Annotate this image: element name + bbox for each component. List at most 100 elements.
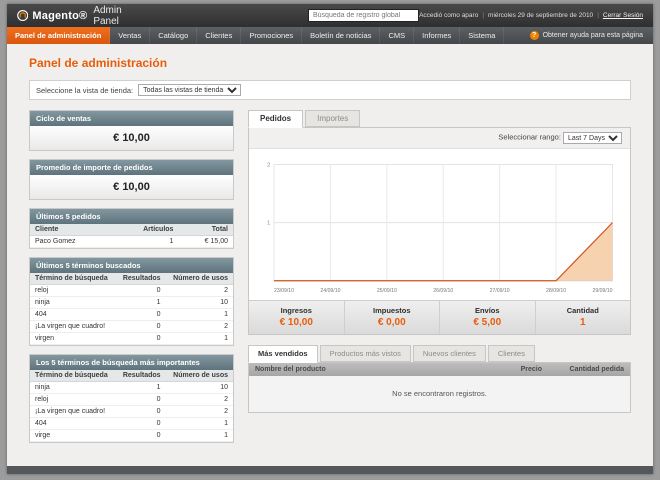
grid-empty-message: No se encontraron registros. [249, 375, 630, 412]
stat-shipping: Envíos € 5,00 [439, 300, 535, 334]
range-selector-row: Seleccionar rango: Last 7 Days [249, 128, 630, 149]
user-info: Accedió como aparo | miércoles 29 de sep… [419, 12, 643, 19]
last-orders-title: Últimos 5 pedidos [30, 209, 233, 224]
search-term-row[interactable]: reloj 0 2 [30, 284, 233, 297]
store-view-label: Seleccione la vista de tienda: [36, 85, 134, 95]
separator: | [482, 12, 485, 19]
stat-quantity: Cantidad 1 [534, 300, 631, 334]
lifetime-sales-title: Ciclo de ventas [30, 111, 233, 126]
store-view-switcher: Seleccione la vista de tienda: Todas las… [29, 80, 631, 100]
search-term-row[interactable]: ¡La virgen que cuadro! 0 2 [30, 405, 233, 418]
grid-header: Nombre del producto Precio Cantidad pedi… [249, 362, 630, 376]
tab-amounts[interactable]: Importes [305, 110, 361, 127]
col-header: Término de búsqueda [30, 370, 116, 382]
svg-text:28/09/10: 28/09/10 [546, 288, 566, 294]
search-term-row[interactable]: ¡La virgen que cuadro! 0 2 [30, 320, 233, 333]
diagram-tabs: Pedidos Importes [248, 110, 631, 128]
footer-bar [7, 466, 653, 474]
nav-item-newsletter[interactable]: Boletín de noticias [302, 27, 381, 44]
help-label: Obtener ayuda para esta página [542, 32, 643, 39]
top-header: Magento® Admin Panel Accedió como aparo … [7, 4, 653, 27]
orders-panel: Seleccionar rango: Last 7 Days 1 2 23/09/1… [248, 127, 631, 335]
nav-item-reports[interactable]: Informes [414, 27, 461, 44]
tab-new-customers[interactable]: Nuevos clientes [412, 344, 486, 362]
search-term-row[interactable]: virgen 0 1 [30, 332, 233, 345]
col-header: Resultados [115, 273, 166, 285]
col-qty: Cantidad pedida [569, 365, 624, 373]
logout-link[interactable]: Cerrar Sesión [603, 12, 643, 19]
svg-text:1: 1 [267, 221, 270, 227]
nav-item-system[interactable]: Sistema [460, 27, 505, 44]
stat-tax: Impuestos € 0,00 [343, 300, 440, 334]
dashboard-right-column: Pedidos Importes Seleccionar rango: Last… [248, 110, 631, 451]
page-help-link[interactable]: ? Obtener ayuda para esta página [529, 27, 653, 44]
col-header: Término de búsqueda [30, 273, 116, 285]
tab-customers[interactable]: Clientes [487, 344, 535, 362]
page-title: Panel de administración [29, 56, 168, 70]
dashboard-left-column: Ciclo de ventas € 10,00 Promedio de impo… [29, 110, 234, 451]
svg-text:24/09/10: 24/09/10 [320, 288, 340, 294]
search-term-row[interactable]: reloj 0 2 [30, 393, 233, 406]
last-orders-table: Cliente Artículos Total Paco Gomez 1 € 1… [30, 224, 233, 248]
average-orders-value: € 10,00 [30, 175, 233, 199]
tab-orders[interactable]: Pedidos [248, 110, 304, 128]
content-area: Panel de administración Seleccione la vi… [7, 44, 653, 451]
col-header: Resultados [115, 370, 166, 382]
top-search-terms-title: Los 5 términos de búsqueda más important… [30, 355, 233, 370]
lifetime-sales-box: Ciclo de ventas € 10,00 [29, 110, 234, 151]
top-search-terms-table: Término de búsqueda Resultados Número de… [30, 370, 233, 442]
logo-subtitle: Admin Panel [93, 4, 122, 27]
nav-item-sales[interactable]: Ventas [110, 27, 151, 44]
svg-text:23/09/10: 23/09/10 [274, 288, 294, 294]
main-nav: Panel de administración Ventas Catálogo … [7, 27, 653, 44]
nav-item-catalog[interactable]: Catálogo [150, 27, 198, 44]
last-search-terms-box: Últimos 5 términos buscados Término de b… [29, 257, 234, 346]
svg-text:27/09/10: 27/09/10 [490, 288, 510, 294]
tab-bestsellers[interactable]: Más vendidos [248, 344, 318, 363]
orders-chart-svg: 1 2 23/09/10 24/09/10 25/09/10 26/09/10 27/09/… [267, 162, 613, 294]
col-product-name: Nombre del producto [255, 365, 326, 373]
average-orders-box: Promedio de importe de pedidos € 10,00 [29, 159, 234, 200]
orders-chart: 1 2 23/09/10 24/09/10 25/09/10 26/09/10 27/09/… [249, 149, 630, 300]
header-date: miércoles 29 de septiembre de 2010 [488, 12, 594, 19]
col-header: Número de usos [165, 273, 233, 285]
logged-in-text: Accedió como aparo [419, 12, 479, 19]
search-term-row[interactable]: virge 0 1 [30, 429, 233, 442]
store-view-select[interactable]: Todas las vistas de tienda [138, 84, 242, 96]
range-label: Seleccionar rango: [498, 132, 561, 142]
col-header: Artículos [112, 224, 179, 236]
stat-revenue: Ingresos € 10,00 [279, 305, 313, 328]
last-search-terms-title: Últimos 5 términos buscados [30, 258, 233, 273]
search-term-row[interactable]: 404 0 1 [30, 417, 233, 430]
order-row[interactable]: Paco Gomez 1 € 15,00 [30, 235, 233, 248]
bottom-grids: Más vendidos Productos más vistos Nuevos… [248, 344, 631, 413]
nav-item-promotions[interactable]: Promociones [241, 27, 303, 44]
magento-logo: Magento® Admin Panel [17, 5, 143, 27]
svg-text:26/09/10: 26/09/10 [433, 288, 453, 294]
search-term-row[interactable]: ninja 1 10 [30, 296, 233, 309]
svg-text:2: 2 [267, 162, 270, 168]
nav-item-cms[interactable]: CMS [380, 27, 415, 44]
last-search-terms-table: Término de búsqueda Resultados Número de… [30, 273, 233, 345]
separator: | [597, 12, 599, 19]
search-term-row[interactable]: 404 0 1 [30, 308, 233, 321]
grid-tabs: Más vendidos Productos más vistos Nuevos… [248, 344, 631, 363]
logo-text: Magento® [32, 9, 88, 22]
col-header: Cliente [30, 224, 113, 236]
last-orders-box: Últimos 5 pedidos Cliente Artículos Tota… [29, 208, 234, 249]
search-term-row[interactable]: ninja 1 10 [30, 381, 233, 394]
col-header: Número de usos [165, 370, 233, 382]
help-icon: ? [529, 31, 539, 40]
nav-item-dashboard[interactable]: Panel de administración [7, 27, 111, 44]
tab-most-viewed[interactable]: Productos más vistos [319, 344, 411, 362]
totals-bar: Ingresos € 10,00 Impuestos € 0,00 Envíos… [249, 299, 631, 334]
svg-text:25/09/10: 25/09/10 [377, 288, 397, 294]
range-select[interactable]: Last 7 Days [563, 132, 622, 144]
global-search-input[interactable] [308, 9, 420, 22]
svg-text:29/09/10: 29/09/10 [592, 288, 612, 294]
admin-window: Magento® Admin Panel Accedió como aparo … [7, 4, 653, 474]
nav-item-customers[interactable]: Clientes [197, 27, 242, 44]
average-orders-title: Promedio de importe de pedidos [30, 160, 233, 175]
bestsellers-grid: Nombre del producto Precio Cantidad pedi… [248, 361, 631, 413]
lifetime-sales-value: € 10,00 [30, 126, 233, 150]
